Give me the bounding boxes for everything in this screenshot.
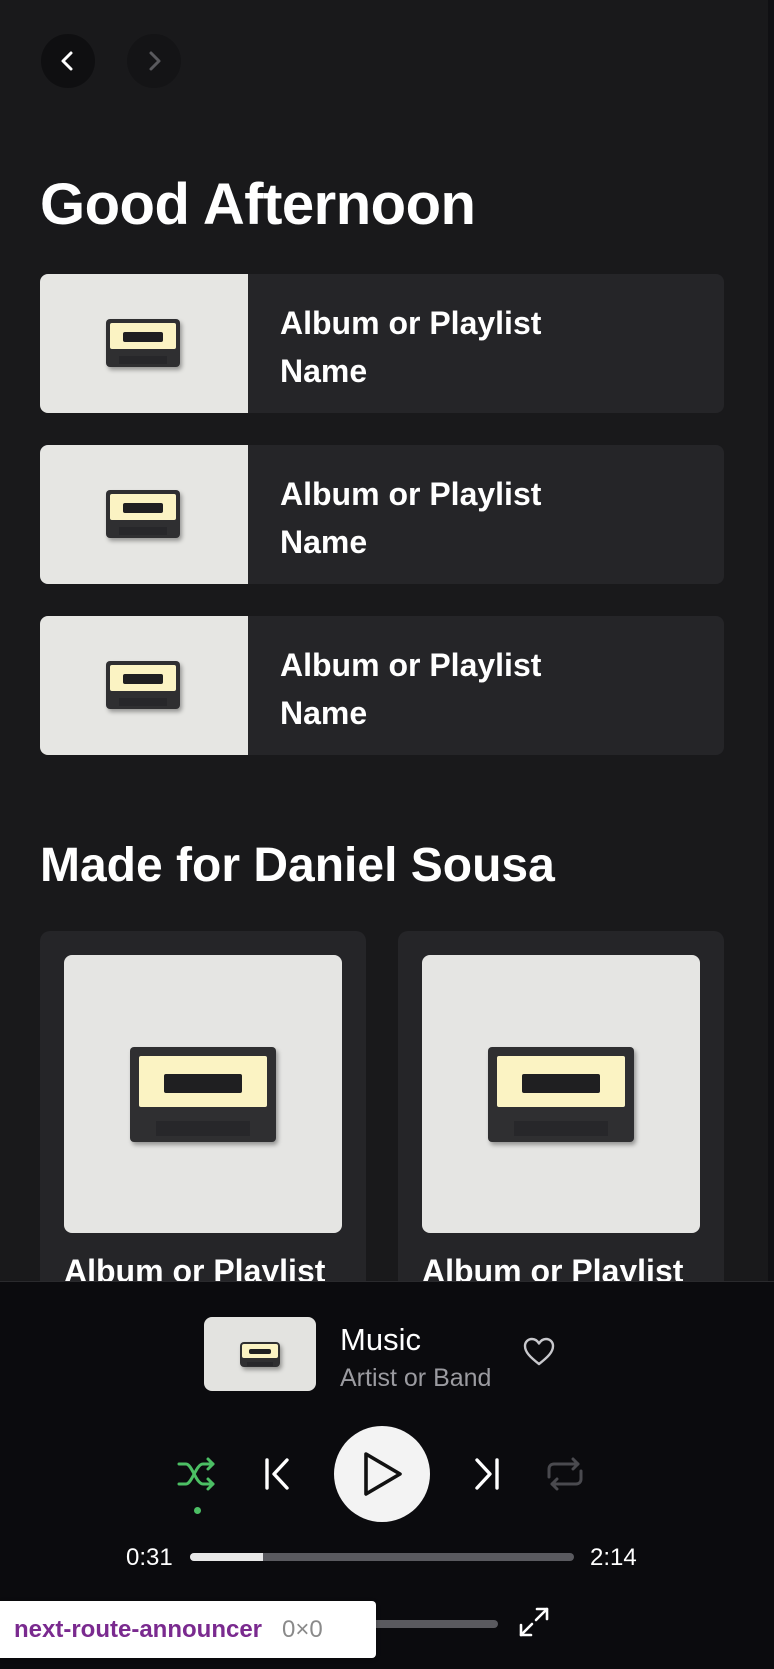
section-title: Made for Daniel Sousa (40, 839, 555, 892)
album-cover (64, 955, 342, 1233)
cassette-icon (106, 661, 180, 709)
playlist-card-title: Album or Playlist (64, 1253, 326, 1281)
like-button[interactable] (522, 1335, 556, 1369)
progress-bar[interactable] (190, 1553, 574, 1561)
chevron-right-icon (149, 51, 161, 71)
shuffle-active-indicator (194, 1507, 201, 1514)
page-title: Good Afternoon (40, 172, 476, 237)
repeat-button[interactable] (544, 1453, 586, 1495)
cassette-icon (240, 1342, 280, 1367)
skip-previous-icon (265, 1458, 289, 1490)
heart-icon (523, 1337, 555, 1366)
fullscreen-button[interactable] (516, 1604, 552, 1640)
album-cover (40, 274, 248, 413)
elapsed-time: 0:31 (126, 1544, 173, 1571)
album-cover (40, 445, 248, 584)
forward-button[interactable] (127, 34, 181, 88)
playlist-card-title: Album or Playlist (422, 1253, 684, 1281)
quick-pick-card[interactable]: Album or Playlist Name (40, 616, 724, 755)
dev-route-announcer-badge: next-route-announcer 0×0 (0, 1601, 376, 1658)
quick-pick-card[interactable]: Album or Playlist Name (40, 445, 724, 584)
next-button[interactable] (470, 1453, 504, 1495)
quick-pick-card[interactable]: Album or Playlist Name (40, 274, 724, 413)
quick-pick-title: Album or Playlist Name (280, 476, 542, 560)
progress-fill (190, 1553, 263, 1561)
quick-pick-title: Album or Playlist Name (280, 647, 542, 731)
previous-button[interactable] (260, 1453, 294, 1495)
cassette-icon (106, 490, 180, 538)
total-duration: 2:14 (590, 1544, 637, 1571)
quick-pick-title: Album or Playlist Name (280, 305, 542, 389)
expand-icon (519, 1607, 549, 1637)
scrollbar[interactable] (768, 0, 774, 1281)
cassette-icon (106, 319, 180, 367)
chevron-left-icon (61, 51, 73, 71)
shuffle-button[interactable] (176, 1453, 218, 1495)
cassette-icon (488, 1047, 634, 1142)
play-button[interactable] (334, 1426, 430, 1522)
shuffle-icon (177, 1457, 215, 1491)
album-cover (422, 955, 700, 1233)
repeat-icon (547, 1457, 583, 1491)
volume-slider[interactable] (360, 1620, 498, 1628)
main-content: Good Afternoon Album or Playlist Name Al… (0, 0, 774, 1281)
route-announcer-size: 0×0 (282, 1615, 323, 1643)
skip-next-icon (475, 1458, 499, 1490)
cassette-icon (130, 1047, 276, 1142)
now-playing-artist[interactable]: Artist or Band (340, 1364, 491, 1393)
album-cover (40, 616, 248, 755)
play-icon (364, 1452, 402, 1496)
now-playing-title[interactable]: Music (340, 1322, 421, 1358)
playlist-card[interactable] (398, 931, 724, 1281)
back-button[interactable] (41, 34, 95, 88)
now-playing-cover[interactable] (204, 1317, 316, 1391)
playlist-card[interactable] (40, 931, 366, 1281)
route-announcer-label: next-route-announcer (14, 1615, 263, 1643)
